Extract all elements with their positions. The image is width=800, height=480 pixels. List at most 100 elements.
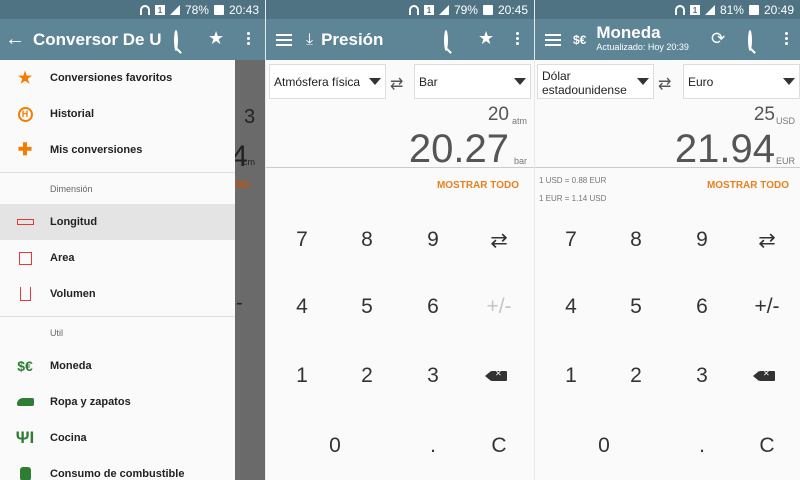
puzzle-icon: ✚ [17, 140, 33, 159]
panel-moneda: 1 81% 20:49 $€ Moneda Actualizado: Hoy 2… [535, 0, 800, 480]
drawer-item-favoritos[interactable]: ★ Conversiones favoritos [0, 60, 235, 96]
key-9[interactable]: 9 [403, 210, 463, 270]
drawer-item-area[interactable]: Area [0, 240, 235, 276]
star-icon[interactable]: ★ [208, 28, 224, 49]
download-icon: ⤓ [306, 30, 314, 48]
drawer-item-historial[interactable]: H Historial [0, 96, 235, 132]
to-unit-select[interactable]: Euro [683, 64, 800, 99]
swap-key[interactable]: ⇄ [469, 210, 529, 270]
plus-minus-key[interactable]: +/- [469, 277, 529, 337]
swap-icon[interactable]: ⇄ [390, 74, 403, 94]
swap-key[interactable]: ⇄ [737, 210, 797, 270]
value-display: 25 USD 21.94 EUR [535, 102, 800, 169]
backspace-key[interactable] [737, 346, 797, 406]
show-all-button[interactable]: MOSTRAR TODO [707, 180, 789, 191]
from-unit-abbr: USD [775, 116, 795, 126]
drawer-item-volumen[interactable]: Volumen [0, 276, 235, 312]
drawer-item-label: Volumen [50, 288, 96, 300]
app-bar: $€ Moneda Actualizado: Hoy 20:39 ⟳ [535, 19, 800, 60]
to-unit-abbr: EUR [775, 156, 795, 166]
swap-icon[interactable]: ⇄ [658, 74, 671, 94]
drawer-item-longitud[interactable]: Longitud [0, 204, 235, 240]
key-4[interactable]: 4 [272, 277, 332, 337]
key-9[interactable]: 9 [672, 210, 732, 270]
signal-icon [169, 4, 180, 15]
backspace-key[interactable] [469, 346, 529, 406]
menu-icon[interactable] [276, 33, 292, 46]
key-7[interactable]: 7 [272, 210, 332, 270]
drawer-item-label: Moneda [50, 360, 92, 372]
drawer-item-combustible[interactable]: Consumo de combustible [0, 456, 235, 480]
sim-icon: 1 [689, 4, 700, 15]
bg-minus: - [236, 292, 243, 314]
drawer-item-mis-conversiones[interactable]: ✚ Mis conversiones [0, 132, 235, 168]
more-vert-icon[interactable] [247, 32, 250, 45]
key-4[interactable]: 4 [541, 277, 601, 337]
fuel-icon [0, 467, 50, 480]
key-clear[interactable]: C [737, 416, 797, 476]
dropdown-icon [369, 78, 381, 85]
star-icon[interactable]: ★ [478, 28, 494, 49]
to-value: 20.27 [408, 127, 509, 171]
show-all-button[interactable]: MOSTRAR TODO [437, 180, 519, 191]
bg-digit: 3 [244, 106, 256, 128]
battery-percent: 78% [184, 2, 209, 17]
search-icon[interactable] [748, 30, 752, 51]
search-icon[interactable] [174, 30, 178, 51]
key-6[interactable]: 6 [403, 277, 463, 337]
plus-minus-key[interactable]: +/- [737, 277, 797, 337]
backspace-icon [753, 369, 775, 381]
app-bar: ⤓ Presión ★ [266, 19, 534, 60]
key-0[interactable]: 0 [574, 416, 634, 476]
battery-icon [213, 4, 224, 15]
key-clear[interactable]: C [469, 416, 529, 476]
key-2[interactable]: 2 [337, 346, 397, 406]
key-7[interactable]: 7 [541, 210, 601, 270]
key-decimal[interactable]: . [672, 416, 732, 476]
drawer-section-header: Dimensión [0, 172, 235, 204]
menu-icon[interactable] [545, 33, 561, 46]
exchange-rates: 1 USD = 0.88 EUR 1 EUR = 1.14 USD [539, 172, 606, 208]
to-unit-select[interactable]: Bar [414, 64, 531, 99]
search-icon[interactable] [444, 30, 448, 51]
refresh-icon[interactable]: ⟳ [711, 29, 725, 49]
from-unit-select[interactable]: Dólar estadounidense [537, 64, 654, 99]
ruler-icon [0, 219, 50, 225]
drawer-item-label: Area [50, 252, 75, 264]
key-1[interactable]: 1 [541, 346, 601, 406]
from-value: 20 [487, 104, 509, 125]
star-icon: ★ [17, 70, 33, 87]
drawer-item-label: Cocina [50, 432, 87, 444]
history-icon: H [0, 106, 50, 122]
more-vert-icon[interactable] [785, 32, 788, 45]
dropdown-icon [637, 78, 649, 85]
key-5[interactable]: 5 [606, 277, 666, 337]
status-bar: 1 79% 20:45 [266, 0, 534, 19]
rate-line: 1 USD = 0.88 EUR [539, 176, 607, 185]
more-vert-icon[interactable] [516, 32, 519, 45]
from-unit-select[interactable]: Atmósfera física [269, 64, 386, 99]
key-8[interactable]: 8 [606, 210, 666, 270]
to-unit-label: Euro [688, 75, 714, 89]
unit-selectors: Dólar estadounidense ⇄ Euro [535, 60, 800, 102]
key-8[interactable]: 8 [337, 210, 397, 270]
backspace-icon [485, 369, 507, 381]
title-block: Moneda Actualizado: Hoy 20:39 [596, 26, 689, 54]
key-1[interactable]: 1 [272, 346, 332, 406]
panel-presion: 1 79% 20:45 ⤓ Presión ★ Atmósfera física… [266, 0, 534, 480]
key-2[interactable]: 2 [606, 346, 666, 406]
square-icon [0, 251, 50, 265]
signal-icon [438, 4, 449, 15]
key-0[interactable]: 0 [305, 416, 365, 476]
drawer-item-label: Ropa y zapatos [50, 396, 131, 408]
key-3[interactable]: 3 [672, 346, 732, 406]
key-6[interactable]: 6 [672, 277, 732, 337]
drawer-item-cocina[interactable]: ΨI Cocina [0, 420, 235, 456]
key-5[interactable]: 5 [337, 277, 397, 337]
drawer-item-moneda[interactable]: $€ Moneda [0, 348, 235, 384]
arrow-back-icon[interactable]: ← [5, 28, 25, 51]
drawer-item-label: Consumo de combustible [50, 468, 185, 480]
key-decimal[interactable]: . [403, 416, 463, 476]
drawer-item-ropa[interactable]: Ropa y zapatos [0, 384, 235, 420]
key-3[interactable]: 3 [403, 346, 463, 406]
